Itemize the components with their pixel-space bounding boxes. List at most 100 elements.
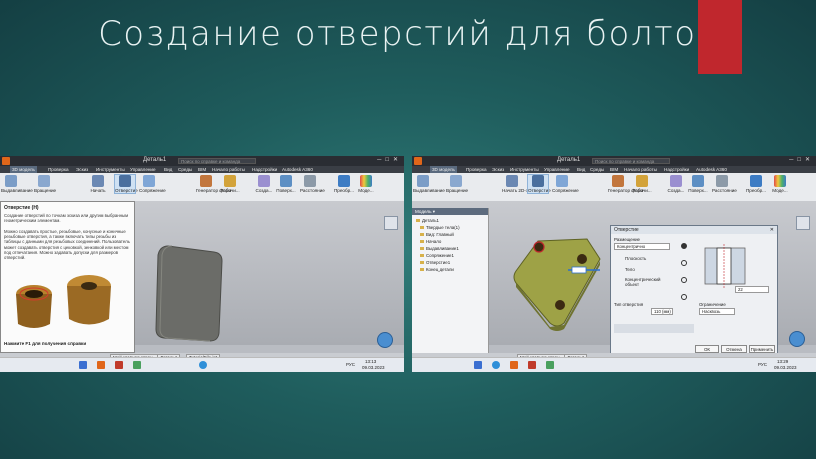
measure-button[interactable]: Расстояние <box>300 175 325 193</box>
hole-button[interactable]: Отверстие <box>527 174 551 194</box>
menu-tools[interactable]: Инструменты <box>510 166 539 173</box>
tree-item-solids[interactable]: Твердые тела(1) <box>420 225 460 230</box>
ok-button[interactable]: ОК <box>695 345 719 353</box>
search-input[interactable]: Поиск по справке и команда <box>178 158 256 164</box>
measure-icon <box>716 175 728 187</box>
cancel-button[interactable]: Отмена <box>721 345 747 353</box>
menu-check[interactable]: Проверка <box>466 166 487 173</box>
edge-task-icon[interactable] <box>199 361 207 369</box>
revolve-button[interactable]: Вращение <box>446 175 468 193</box>
clock-time: 13:29 <box>777 359 789 364</box>
surface-button[interactable]: Поверх... <box>688 175 708 193</box>
tree-item-end-of-part[interactable]: Конец детали <box>420 267 454 272</box>
view-cube-icon[interactable] <box>796 216 810 230</box>
app-task-icon[interactable] <box>133 361 141 369</box>
powerpoint-task-icon[interactable] <box>115 361 123 369</box>
window-controls[interactable]: ─□✕ <box>377 156 402 163</box>
hole-button[interactable]: Отверстие <box>114 174 138 194</box>
menu-manage[interactable]: Управление <box>130 166 156 173</box>
work-features-button[interactable]: Рабочи... <box>632 175 652 193</box>
tooltip-help-hint: Нажмите F1 для получения справки <box>4 341 87 346</box>
work-features-button[interactable]: Рабочи... <box>220 175 240 193</box>
search-input[interactable]: Поиск по справке и команда <box>592 158 670 164</box>
powerpoint-task-icon[interactable] <box>528 361 536 369</box>
ring-label[interactable]: Тело <box>625 267 635 272</box>
model-state-icon <box>360 175 372 187</box>
menu-getting-started[interactable]: Начало работы <box>624 166 657 173</box>
tree-item-extrude1[interactable]: Выдавливание1 <box>420 246 459 251</box>
steering-wheel-icon[interactable] <box>377 332 393 348</box>
menu-3d-model[interactable]: 3D модель <box>430 166 457 173</box>
placement-select[interactable]: Концентрично <box>614 243 670 250</box>
measure-button[interactable]: Расстояние <box>712 175 737 193</box>
close-icon[interactable]: ✕ <box>770 227 774 233</box>
window-controls[interactable]: ─□✕ <box>789 156 814 163</box>
menu-environments[interactable]: Среды <box>178 166 192 173</box>
steering-wheel-icon[interactable] <box>789 331 805 347</box>
create-button[interactable]: Созда... <box>254 175 274 193</box>
tree-item-part1[interactable]: Деталь1 <box>416 218 439 223</box>
menu-view[interactable]: Вид <box>577 166 585 173</box>
menu-a360[interactable]: Autodesk A360 <box>696 166 727 173</box>
menu-addins[interactable]: Надстройки <box>664 166 689 173</box>
termination-select[interactable]: Насквозь <box>699 308 735 315</box>
tree-item-hole1[interactable]: Отверстие1 <box>420 260 450 265</box>
menu-getting-started[interactable]: Начало работы <box>212 166 245 173</box>
tree-item-fillet1[interactable]: Сопряжение1 <box>420 253 454 258</box>
start-sketch-button[interactable]: Начать 2D-эскиз <box>502 175 537 193</box>
create-label: Созда... <box>255 188 273 193</box>
inventor-task-icon[interactable] <box>510 361 518 369</box>
menu-bim[interactable]: BIM <box>198 166 206 173</box>
menu-sketch[interactable]: Эскиз <box>76 166 88 173</box>
edge-task-icon[interactable] <box>492 361 500 369</box>
language-indicator[interactable]: РУС <box>758 362 767 367</box>
concentric-reference-label[interactable]: Концентрический объект <box>625 277 670 287</box>
extrude-button[interactable]: Выдавливание <box>1 175 33 193</box>
thread-field[interactable]: 110 (мм) <box>651 308 673 315</box>
work-plane-icon <box>636 175 648 187</box>
menu-environments[interactable]: Среды <box>590 166 604 173</box>
start-icon[interactable] <box>474 361 482 369</box>
menu-a360[interactable]: Autodesk A360 <box>282 166 313 173</box>
menu-manage[interactable]: Управление <box>544 166 570 173</box>
menu-bim[interactable]: BIM <box>610 166 618 173</box>
menu-addins[interactable]: Надстройки <box>252 166 277 173</box>
revolve-label: Вращение <box>34 188 57 193</box>
fillet-button[interactable]: Сопряжение <box>139 175 166 193</box>
surface-button[interactable]: Поверх... <box>276 175 296 193</box>
menu-3d-model[interactable]: 3D модель <box>10 166 37 173</box>
radio-counterbore[interactable] <box>681 260 687 266</box>
start-icon[interactable] <box>79 361 87 369</box>
hole-option-buttons[interactable] <box>614 324 694 333</box>
app-task-icon[interactable] <box>546 361 554 369</box>
convert-button[interactable]: Преобр... <box>746 175 766 193</box>
tree-item-view[interactable]: Вид: Главный <box>420 232 454 237</box>
plane-label[interactable]: Плоскость <box>625 256 646 261</box>
language-indicator[interactable]: РУС <box>346 362 355 367</box>
tree-item-origin[interactable]: Начало <box>420 239 441 244</box>
radio-countersink[interactable] <box>681 294 687 300</box>
clock-date: 09.03.2023 <box>362 365 385 370</box>
form-generator-button[interactable]: Генератор форм <box>608 175 643 193</box>
menu-check[interactable]: Проверка <box>48 166 69 173</box>
form-generator-button[interactable]: Генератор форм <box>196 175 231 193</box>
menu-view[interactable]: Вид <box>164 166 172 173</box>
radio-spotface[interactable] <box>681 277 687 283</box>
view-cube-icon[interactable] <box>384 216 398 230</box>
model-state-button[interactable]: Моде... <box>770 175 790 193</box>
convert-button[interactable]: Преобр... <box>334 175 354 193</box>
browser-header[interactable]: Модель ▾ <box>412 208 488 215</box>
model-state-button[interactable]: Моде... <box>356 175 376 193</box>
diameter-input[interactable]: 22 <box>735 286 769 293</box>
start-sketch-button[interactable]: Начать <box>88 175 108 193</box>
apply-button[interactable]: Применить <box>749 345 775 353</box>
extrude-button[interactable]: Выдавливание <box>413 175 445 193</box>
menu-tools[interactable]: Инструменты <box>96 166 125 173</box>
fillet-button[interactable]: Сопряжение <box>552 175 579 193</box>
create-button[interactable]: Созда... <box>666 175 686 193</box>
inventor-task-icon[interactable] <box>97 361 105 369</box>
radio-drilled[interactable] <box>681 243 687 249</box>
revolve-button[interactable]: Вращение <box>34 175 57 193</box>
accent-bar <box>698 0 742 74</box>
menu-sketch[interactable]: Эскиз <box>492 166 504 173</box>
